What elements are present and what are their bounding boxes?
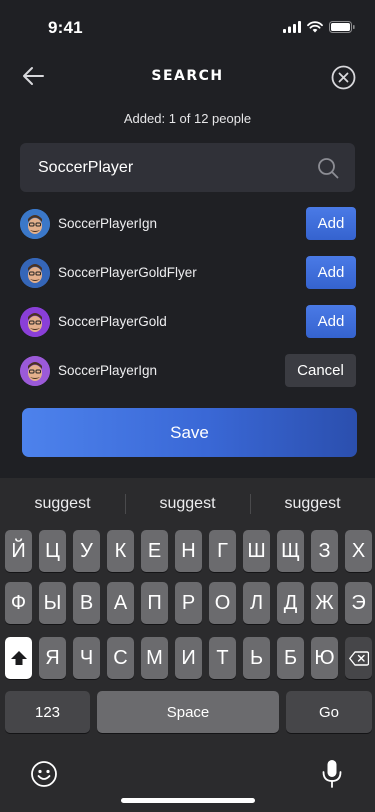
backspace-icon	[348, 650, 369, 666]
key[interactable]: Ф	[5, 582, 32, 624]
added-count: Added: 1 of 12 people	[123, 111, 252, 126]
key[interactable]: Й	[5, 530, 32, 572]
key[interactable]: Ю	[311, 637, 338, 679]
emoji-icon	[31, 761, 57, 787]
key[interactable]: Е	[141, 530, 168, 572]
add-button[interactable]: Add	[306, 305, 356, 338]
save-button[interactable]: Save	[22, 408, 357, 457]
list-item: SoccerPlayerIgn Add	[20, 199, 357, 248]
key[interactable]: А	[107, 582, 134, 624]
key[interactable]: Г	[209, 530, 236, 572]
microphone-button[interactable]	[321, 759, 343, 789]
space-key[interactable]: Space	[97, 691, 279, 733]
status-time: 9:41	[48, 18, 83, 37]
key[interactable]: Ц	[39, 530, 66, 572]
key[interactable]: Я	[39, 637, 66, 679]
header: SEARCH	[0, 56, 375, 96]
memoji-avatar-icon	[20, 355, 50, 386]
add-button[interactable]: Add	[306, 256, 356, 289]
home-indicator[interactable]	[121, 798, 255, 803]
search-icon[interactable]	[317, 157, 339, 179]
key[interactable]: Ь	[243, 637, 270, 679]
emoji-button[interactable]	[30, 760, 58, 788]
close-circle-icon	[331, 65, 355, 89]
add-button[interactable]: Add	[306, 207, 356, 240]
numbers-key[interactable]: 123	[5, 691, 90, 733]
list-item: SoccerPlayerGold Add	[20, 297, 357, 346]
list-item: SoccerPlayerGoldFlyer Add	[20, 248, 357, 297]
key[interactable]: К	[107, 530, 134, 572]
key[interactable]: Э	[345, 582, 372, 624]
key[interactable]: Ч	[73, 637, 100, 679]
key[interactable]: Т	[209, 637, 236, 679]
status-icons	[283, 21, 355, 33]
go-key[interactable]: Go	[286, 691, 372, 733]
keyboard: suggest suggest suggest Й Ц У К Е Н Г Ш …	[0, 478, 375, 812]
cancel-button[interactable]: Cancel	[285, 354, 356, 387]
cellular-signal-icon	[283, 21, 301, 33]
search-box	[20, 143, 355, 192]
key[interactable]: Ы	[39, 582, 66, 624]
key[interactable]: Н	[175, 530, 202, 572]
key[interactable]: У	[73, 530, 100, 572]
memoji-avatar-icon	[20, 257, 50, 288]
microphone-icon	[322, 760, 342, 788]
page-title: SEARCH	[151, 68, 224, 84]
shift-icon	[10, 651, 27, 665]
key[interactable]: С	[107, 637, 134, 679]
suggestion-item[interactable]: suggest	[0, 488, 125, 520]
key[interactable]: Р	[175, 582, 202, 624]
key[interactable]: Ж	[311, 582, 338, 624]
memoji-avatar-icon	[20, 208, 50, 239]
key[interactable]: В	[73, 582, 100, 624]
key[interactable]: З	[311, 530, 338, 572]
battery-icon	[329, 21, 355, 33]
key[interactable]: Л	[243, 582, 270, 624]
avatar	[20, 257, 50, 288]
search-input[interactable]	[38, 158, 317, 177]
key[interactable]: М	[141, 637, 168, 679]
avatar	[20, 208, 50, 239]
backspace-key[interactable]	[345, 637, 372, 679]
results-list: SoccerPlayerIgn Add SoccerPlayerGoldFlye…	[20, 199, 357, 395]
key[interactable]: Д	[277, 582, 304, 624]
memoji-avatar-icon	[20, 306, 50, 337]
avatar	[20, 355, 50, 386]
suggestion-item[interactable]: suggest	[250, 488, 375, 520]
avatar	[20, 306, 50, 337]
key[interactable]: О	[209, 582, 236, 624]
key[interactable]: П	[141, 582, 168, 624]
suggestion-bar: suggest suggest suggest	[0, 488, 375, 520]
suggestion-item[interactable]: suggest	[125, 488, 250, 520]
close-button[interactable]	[330, 64, 356, 90]
key[interactable]: И	[175, 637, 202, 679]
key[interactable]: Щ	[277, 530, 304, 572]
key[interactable]: Б	[277, 637, 304, 679]
status-bar: 9:41	[0, 0, 375, 50]
shift-key[interactable]	[5, 637, 32, 679]
key[interactable]: Ш	[243, 530, 270, 572]
wifi-icon	[307, 21, 323, 33]
list-item: SoccerPlayerIgn Cancel	[20, 346, 357, 395]
key[interactable]: Х	[345, 530, 372, 572]
